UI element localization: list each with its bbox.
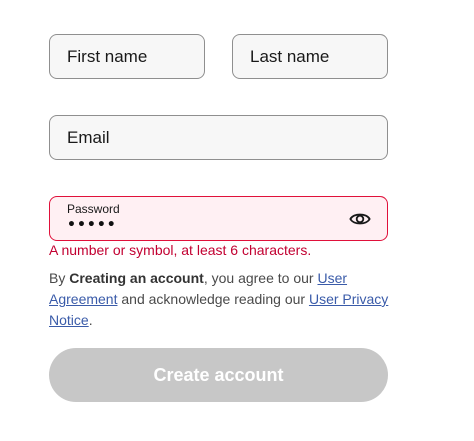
first-name-field[interactable]: First name xyxy=(49,34,205,79)
legal-notice: By Creating an account, you agree to our… xyxy=(49,268,394,331)
eye-icon[interactable] xyxy=(349,208,371,230)
email-field[interactable]: Email xyxy=(49,115,388,160)
legal-prefix: By xyxy=(49,270,70,286)
password-field[interactable]: Password ••••• xyxy=(49,196,388,241)
legal-middle-2: and acknowledge reading our xyxy=(117,291,309,307)
password-masked-value: ••••• xyxy=(67,217,117,233)
last-name-field[interactable]: Last name xyxy=(232,34,388,79)
legal-middle-1: , you agree to our xyxy=(203,270,318,286)
last-name-placeholder: Last name xyxy=(250,46,330,66)
legal-bold-text: Creating an account xyxy=(69,270,204,286)
create-account-button[interactable]: Create account xyxy=(49,348,388,402)
email-placeholder: Email xyxy=(67,127,110,147)
password-error-message: A number or symbol, at least 6 character… xyxy=(49,242,312,258)
first-name-placeholder: First name xyxy=(67,46,148,66)
password-label: Password xyxy=(67,202,120,216)
legal-suffix: . xyxy=(88,312,93,328)
